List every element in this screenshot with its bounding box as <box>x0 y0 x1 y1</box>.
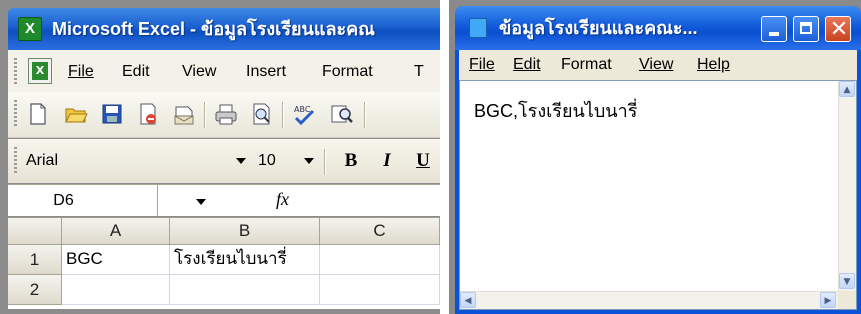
cell-b2[interactable] <box>170 275 320 305</box>
save-icon[interactable] <box>100 102 124 126</box>
menu-format[interactable]: Format <box>322 61 373 83</box>
column-header-a[interactable]: A <box>62 218 170 245</box>
np-menu-view-label: View <box>639 56 674 73</box>
worksheet-grid: A B C 1 BGC โรงเรียนไบนารี่ 2 <box>8 217 440 309</box>
spelling-icon[interactable]: ABC <box>292 102 316 126</box>
row-header-2[interactable]: 2 <box>8 275 62 305</box>
minimize-icon <box>769 32 779 36</box>
np-menu-file-label: File <box>469 56 495 73</box>
np-menu-format-label: Format <box>561 56 612 73</box>
print-preview-icon[interactable] <box>250 102 274 126</box>
menu-view[interactable]: View <box>182 61 216 83</box>
open-folder-icon[interactable] <box>64 102 88 126</box>
scroll-right-icon[interactable]: ▶ <box>820 292 836 308</box>
toolbar-grip-handle[interactable] <box>14 100 17 126</box>
menu-grip-handle[interactable] <box>14 58 17 84</box>
menu-file[interactable]: File <box>68 61 94 83</box>
permission-icon[interactable] <box>136 102 160 126</box>
scroll-left-icon[interactable]: ◀ <box>460 292 476 308</box>
menu-file-label: File <box>68 63 94 80</box>
scroll-up-icon[interactable]: ▲ <box>839 81 855 97</box>
svg-text:ABC: ABC <box>294 105 311 114</box>
cell-a1[interactable]: BGC <box>62 245 170 275</box>
minimize-button[interactable] <box>761 16 787 42</box>
notepad-text-area[interactable]: BGC,โรงเรียนไบนารี่ ▲ ▼ ◀ ▶ <box>459 80 857 310</box>
fmt-grip-handle[interactable] <box>14 147 17 173</box>
resize-grip-icon[interactable] <box>838 291 856 309</box>
horizontal-scrollbar[interactable]: ◀ ▶ <box>460 291 838 309</box>
menu-tools-label: T <box>414 63 424 80</box>
notepad-window: ข้อมูลโรงเรียนและคณะ... ✕ File Edit Form… <box>449 0 861 314</box>
column-header-c[interactable]: C <box>320 218 440 245</box>
maximize-button[interactable] <box>793 16 819 42</box>
menu-edit[interactable]: Edit <box>122 61 150 83</box>
excel-window-title: Microsoft Excel - ข้อมูลโรงเรียนและคณ <box>52 19 375 39</box>
np-menu-file[interactable]: File <box>469 54 495 76</box>
menu-insert-label: Insert <box>246 63 287 80</box>
toolbar-separator <box>324 149 326 175</box>
np-menu-help[interactable]: Help <box>697 54 730 76</box>
font-size-box[interactable]: 10 <box>258 149 294 173</box>
bold-button[interactable]: B <box>338 147 364 175</box>
cell-b1[interactable]: โรงเรียนไบนารี่ <box>170 245 320 275</box>
toolbar-separator <box>204 102 206 128</box>
underline-button[interactable]: U <box>410 147 436 175</box>
column-header-b[interactable]: B <box>170 218 320 245</box>
workbook-x-icon: X <box>32 62 48 80</box>
font-name-box[interactable]: Arial <box>26 149 226 173</box>
np-menu-edit-label: Edit <box>513 56 541 73</box>
maximize-icon <box>800 22 812 34</box>
menu-tools[interactable]: T <box>414 61 424 83</box>
toolbar-separator <box>364 102 366 128</box>
close-icon: ✕ <box>829 17 849 42</box>
excel-menu-bar: X File Edit View Insert Format T <box>8 50 440 92</box>
research-icon[interactable] <box>330 102 354 126</box>
insert-function-icon[interactable]: fx <box>276 189 289 210</box>
name-box-dropdown-icon[interactable] <box>196 199 206 205</box>
vertical-scrollbar[interactable]: ▲ ▼ <box>838 81 856 291</box>
new-document-icon[interactable] <box>26 102 50 126</box>
formula-bar: D6 fx <box>8 184 440 217</box>
np-menu-view[interactable]: View <box>639 54 673 76</box>
np-menu-format[interactable]: Format <box>561 54 612 76</box>
print-icon[interactable] <box>214 102 238 126</box>
notepad-menu-bar: File Edit Format View Help <box>459 50 857 80</box>
notepad-window-title: ข้อมูลโรงเรียนและคณะ... <box>499 18 698 38</box>
scroll-down-icon[interactable]: ▼ <box>839 273 855 289</box>
select-all-corner[interactable] <box>8 218 62 245</box>
standard-toolbar: ABC <box>8 92 440 138</box>
font-name-dropdown-icon[interactable] <box>236 158 246 164</box>
workbook-icon[interactable]: X <box>28 58 52 84</box>
menu-format-label: Format <box>322 63 373 80</box>
formatting-toolbar: Arial 10 B I U <box>8 139 440 183</box>
excel-window: X Microsoft Excel - ข้อมูลโรงเรียนและคณ … <box>0 0 440 314</box>
menu-view-label: View <box>182 63 217 80</box>
name-box[interactable]: D6 <box>8 185 158 217</box>
excel-app-icon[interactable]: X <box>18 17 42 41</box>
excel-title-bar[interactable]: X Microsoft Excel - ข้อมูลโรงเรียนและคณ <box>8 8 440 50</box>
np-menu-help-label: Help <box>697 56 730 73</box>
notepad-title-bar[interactable]: ข้อมูลโรงเรียนและคณะ... ✕ <box>455 6 861 50</box>
email-icon[interactable] <box>172 102 196 126</box>
notepad-app-icon[interactable] <box>469 18 487 38</box>
menu-edit-label: Edit <box>122 63 150 80</box>
italic-button[interactable]: I <box>374 147 400 175</box>
font-size-dropdown-icon[interactable] <box>304 158 314 164</box>
close-button[interactable]: ✕ <box>825 16 851 42</box>
cell-c1[interactable] <box>320 245 440 275</box>
cell-c2[interactable] <box>320 275 440 305</box>
row-header-1[interactable]: 1 <box>8 245 62 275</box>
cell-a2[interactable] <box>62 275 170 305</box>
toolbar-separator <box>282 102 284 128</box>
notepad-content[interactable]: BGC,โรงเรียนไบนารี่ <box>474 99 637 123</box>
menu-insert[interactable]: Insert <box>246 61 286 83</box>
np-menu-edit[interactable]: Edit <box>513 54 541 76</box>
